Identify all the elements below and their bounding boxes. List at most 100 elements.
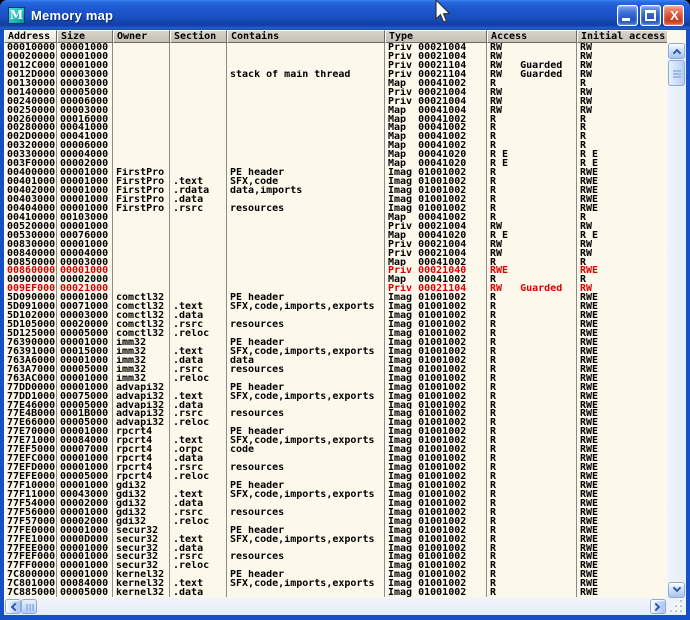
memory-row-77E70000[interactable]: 77E7000000001000rpcrt4PE headerImag 0100… [4,427,667,436]
cell-address: 77E4B000 [4,409,57,418]
memory-row-00403000[interactable]: 0040300000001000FirstPro.dataImag 010010… [4,195,667,204]
memory-row-00402000[interactable]: 0040200000001000FirstPro.rdatadata,impor… [4,186,667,195]
horizontal-scrollbar[interactable] [4,598,667,615]
memory-row-77EFC000[interactable]: 77EFC00000001000rpcrt4.dataImag 01001002… [4,454,667,463]
memory-row-00260000[interactable]: 0026000000016000Map 00041002RR [4,115,667,124]
cell-address: 7C885000 [4,588,57,597]
memory-row-77F10000[interactable]: 77F1000000001000gdi32PE headerImag 01001… [4,481,667,490]
column-header-type[interactable]: Type [385,30,487,43]
memory-row-77E46000[interactable]: 77E4600000005000advapi32.dataImag 010010… [4,401,667,410]
memory-row-00520000[interactable]: 0052000000001000Priv 00021004RWRW [4,222,667,231]
memory-row-5D102000[interactable]: 5D10200000003000comctl32.dataImag 010010… [4,311,667,320]
memory-row-00280000[interactable]: 0028000000041000Map 00041002RR [4,123,667,132]
memory-row-77EFD000[interactable]: 77EFD00000001000rpcrt4.rsrcresourcesImag… [4,463,667,472]
horizontal-scroll-thumb[interactable] [21,599,37,614]
memory-row-002D0000[interactable]: 002D000000041000Map 00041002RR [4,132,667,141]
memory-row-00840000[interactable]: 0084000000004000Priv 00021004RWRW [4,249,667,258]
column-header-contains[interactable]: Contains [227,30,385,43]
memory-row-5D105000[interactable]: 5D10500000020000comctl32.rsrcresourcesIm… [4,320,667,329]
memory-row-77DD1000[interactable]: 77DD100000075000advapi32.textSFX,code,im… [4,392,667,401]
memory-row-76390000[interactable]: 7639000000001000imm32PE headerImag 01001… [4,338,667,347]
memory-row-00401000[interactable]: 0040100000001000FirstPro.textSFX,codeIma… [4,177,667,186]
cell-section [170,150,227,159]
memory-row-77F11000[interactable]: 77F1100000043000gdi32.textSFX,code,impor… [4,490,667,499]
memory-row-00410000[interactable]: 0041000000103000Map 00041002RR [4,213,667,222]
memory-row-763A7000[interactable]: 763A700000005000imm32.rsrcresourcesImag … [4,365,667,374]
memory-row-5D091000[interactable]: 5D09100000071000comctl32.textSFX,code,im… [4,302,667,311]
column-header-address[interactable]: Address [4,30,57,43]
app-icon[interactable]: M [8,7,25,24]
vertical-scrollbar[interactable] [667,43,686,598]
memory-row-77FF0000[interactable]: 77FF000000001000secur32.relocImag 010010… [4,561,667,570]
column-header-owner[interactable]: Owner [113,30,170,43]
memory-row-00020000[interactable]: 0002000000001000Priv 00021004RWRW [4,52,667,61]
memory-row-5D125000[interactable]: 5D12500000005000comctl32.relocImag 01001… [4,329,667,338]
scroll-right-button[interactable] [650,599,666,614]
cell-type: Imag 01001002 [385,204,487,213]
column-header-access[interactable]: Access [487,30,577,43]
cell-contains [227,418,385,427]
cell-access: R [487,579,577,588]
cell-type: Priv 00021004 [385,52,487,61]
memory-row-003F0000[interactable]: 003F000000002000Map 00041020R ER E [4,159,667,168]
memory-row-77FE0000[interactable]: 77FE000000001000secur32PE headerImag 010… [4,526,667,535]
cell-section [170,249,227,258]
memory-row-0012D000[interactable]: 0012D00000003000stack of main threadPriv… [4,70,667,79]
memory-row-77F54000[interactable]: 77F5400000002000gdi32.dataImag 01001002R… [4,499,667,508]
maximize-button[interactable] [640,5,661,26]
resize-grip[interactable] [667,598,686,615]
memory-row-77E66000[interactable]: 77E6600000005000advapi32.relocImag 01001… [4,418,667,427]
cell-access: R [487,508,577,517]
cell-type: Imag 01001002 [385,463,487,472]
memory-row-00250000[interactable]: 0025000000003000Map 00041004RWRW [4,106,667,115]
memory-row-77EFE000[interactable]: 77EFE00000005000rpcrt4.relocImag 0100100… [4,472,667,481]
memory-row-00140000[interactable]: 0014000000005000Priv 00021004RWRW [4,88,667,97]
cell-address: 77EFC000 [4,454,57,463]
cell-address: 77EF5000 [4,445,57,454]
memory-row-009EF000[interactable]: 009EF00000021000Priv 00021104RW GuardedR… [4,284,667,293]
memory-row-5D090000[interactable]: 5D09000000001000comctl32PE headerImag 01… [4,293,667,302]
scroll-up-button[interactable] [668,43,685,59]
memory-row-0012C000[interactable]: 0012C00000001000Priv 00021104RW GuardedR… [4,61,667,70]
vertical-scroll-thumb[interactable] [668,60,685,86]
column-header-initial[interactable]: Initial access [577,30,667,43]
memory-row-77DD0000[interactable]: 77DD000000001000advapi32PE headerImag 01… [4,383,667,392]
titlebar[interactable]: M Memory map X [0,0,690,30]
memory-row-77FEE000[interactable]: 77FEE00000001000secur32.dataImag 0100100… [4,544,667,553]
cell-contains [227,240,385,249]
memory-row-77E4B000[interactable]: 77E4B0000001B000advapi32.rsrcresourcesIm… [4,409,667,418]
memory-row-00010000[interactable]: 0001000000001000Priv 00021004RWRW [4,43,667,52]
column-header-size[interactable]: Size [57,30,113,43]
memory-row-00404000[interactable]: 0040400000001000FirstPro.rsrcresourcesIm… [4,204,667,213]
cell-section: .text [170,177,227,186]
memory-row-763AC000[interactable]: 763AC00000001000imm32.relocImag 01001002… [4,374,667,383]
memory-row-00830000[interactable]: 0083000000001000Priv 00021004RWRW [4,240,667,249]
memory-row-76391000[interactable]: 7639100000015000imm32.textSFX,code,impor… [4,347,667,356]
memory-row-00530000[interactable]: 0053000000076000Map 00041020R ER E [4,231,667,240]
memory-row-77E71000[interactable]: 77E7100000084000rpcrt4.textSFX,code,impo… [4,436,667,445]
memory-row-763A6000[interactable]: 763A600000001000imm32.datadataImag 01001… [4,356,667,365]
cell-owner [113,123,170,132]
memory-row-77F56000[interactable]: 77F5600000001000gdi32.rsrcresourcesImag … [4,508,667,517]
minimize-button[interactable] [617,5,638,26]
memory-row-77FE1000[interactable]: 77FE10000000D000secur32.textSFX,code,imp… [4,535,667,544]
memory-row-00320000[interactable]: 0032000000006000Map 00041002RR [4,141,667,150]
memory-row-00400000[interactable]: 0040000000001000FirstProPE headerImag 01… [4,168,667,177]
scroll-down-button[interactable] [668,582,685,598]
memory-row-00130000[interactable]: 0013000000003000Map 00041002RR [4,79,667,88]
memory-row-77F57000[interactable]: 77F5700000002000gdi32.relocImag 01001002… [4,517,667,526]
column-header-section[interactable]: Section [170,30,227,43]
memory-row-7C800000[interactable]: 7C80000000001000kernel32PE headerImag 01… [4,570,667,579]
close-button[interactable]: X [663,5,684,26]
memory-row-00240000[interactable]: 0024000000006000Priv 00021004RWRW [4,97,667,106]
memory-row-7C801000[interactable]: 7C80100000084000kernel32.textSFX,code,im… [4,579,667,588]
memory-row-77EF5000[interactable]: 77EF500000007000rpcrt4.orpccodeImag 0100… [4,445,667,454]
memory-row-7C885000[interactable]: 7C88500000005000kernel32.dataImag 010010… [4,588,667,597]
memory-row-00850000[interactable]: 0085000000003000Map 00041002RR [4,258,667,267]
grip-dot-icon [669,609,672,612]
scroll-left-button[interactable] [5,599,21,614]
memory-row-77FEF000[interactable]: 77FEF00000001000secur32.rsrcresourcesIma… [4,552,667,561]
memory-row-00860000[interactable]: 0086000000001000Priv 00021040RWERWE [4,266,667,275]
memory-row-00900000[interactable]: 0090000000002000Map 00041002RR [4,275,667,284]
memory-row-00330000[interactable]: 0033000000004000Map 00041020R ER E [4,150,667,159]
